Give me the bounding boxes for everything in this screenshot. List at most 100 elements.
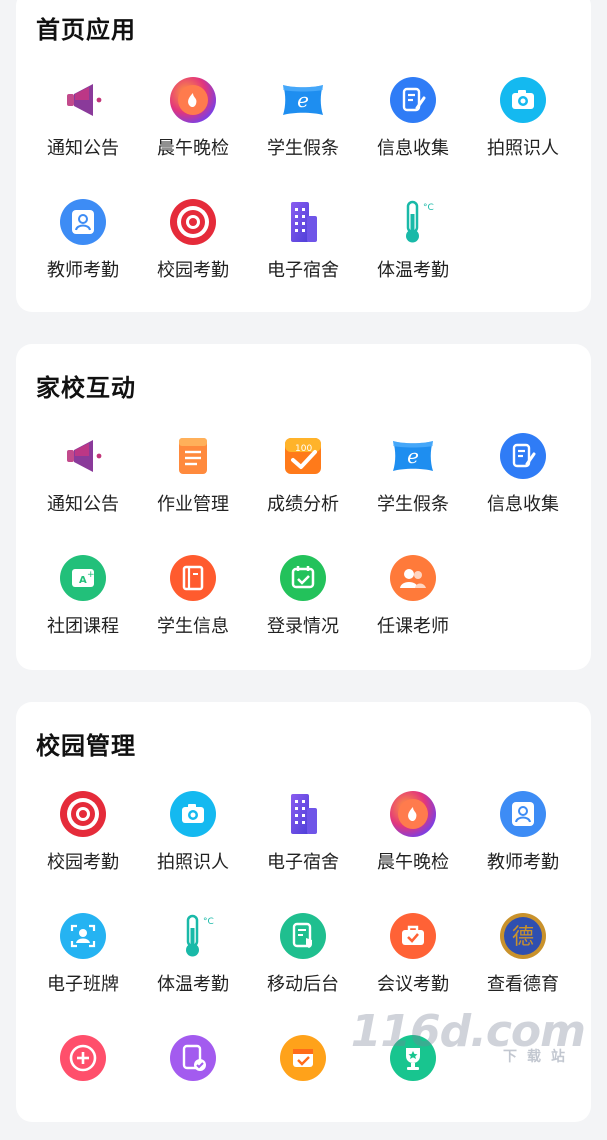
- app-label: 会议考勤: [377, 974, 449, 995]
- app-item[interactable]: 作业管理: [138, 416, 248, 538]
- app-item[interactable]: 电子班牌: [28, 896, 138, 1018]
- doc-shield-icon: [279, 912, 327, 960]
- app-label: 通知公告: [47, 494, 119, 515]
- camera-icon: [499, 76, 547, 124]
- app-item[interactable]: 电子宿舍: [248, 182, 358, 304]
- app-item[interactable]: 登录情况: [248, 538, 358, 660]
- target-icon: [169, 198, 217, 246]
- app-label: 电子班牌: [47, 974, 119, 995]
- app-item[interactable]: e 学生假条: [358, 416, 468, 538]
- app-item[interactable]: 校园考勤: [138, 182, 248, 304]
- app-label: 拍照识人: [487, 138, 559, 159]
- app-item[interactable]: 100 成绩分析: [248, 416, 358, 538]
- app-grid: 通知公告 作业管理 100 成绩分析 e 学生假条 信息收集 A + 社团课程 学生…: [28, 416, 578, 660]
- app-item[interactable]: 拍照识人: [138, 774, 248, 896]
- app-grid: 校园考勤 拍照识人 电子宿舍 晨午晚检 教师考勤 电子班牌 °C 体温考勤 移动…: [28, 774, 578, 1140]
- section-home-school: 家校互动 通知公告 作业管理 100 成绩分析 e 学生假条 信息收集 A + …: [16, 344, 591, 670]
- app-item[interactable]: 通知公告: [28, 60, 138, 182]
- app-item[interactable]: 教师考勤: [468, 774, 578, 896]
- app-item[interactable]: 任课老师: [358, 538, 468, 660]
- svg-text:A: A: [79, 575, 87, 586]
- app-label: 体温考勤: [157, 974, 229, 995]
- app-item[interactable]: 电子宿舍: [248, 774, 358, 896]
- flame-orb-icon: [169, 76, 217, 124]
- app-label: 查看德育: [487, 974, 559, 995]
- notebook-icon: [169, 432, 217, 480]
- app-item[interactable]: e 学生假条: [248, 60, 358, 182]
- teacher-id-icon: [499, 790, 547, 838]
- app-label: 移动后台: [267, 974, 339, 995]
- leave-note-icon: e: [389, 432, 437, 480]
- building-icon: [279, 198, 327, 246]
- app-label: 登录情况: [267, 616, 339, 637]
- app-label: 作业管理: [157, 494, 229, 515]
- form-icon: [499, 432, 547, 480]
- thermometer-icon: °C: [389, 198, 437, 246]
- app-item[interactable]: [28, 1018, 138, 1140]
- app-item[interactable]: °C 体温考勤: [358, 182, 468, 304]
- svg-text:德: 德: [512, 925, 534, 950]
- score-100-icon: 100: [279, 432, 327, 480]
- svg-text:100: 100: [295, 444, 312, 454]
- app-item[interactable]: °C 体温考勤: [138, 896, 248, 1018]
- app-label: 学生信息: [157, 616, 229, 637]
- svg-text:e: e: [297, 88, 309, 112]
- app-item[interactable]: [138, 1018, 248, 1140]
- app-item[interactable]: A + 社团课程: [28, 538, 138, 660]
- teacher-id-icon: [59, 198, 107, 246]
- app-label: 体温考勤: [377, 260, 449, 281]
- calendar-icon: [279, 1034, 327, 1082]
- app-label: 校园考勤: [157, 260, 229, 281]
- app-label: 通知公告: [47, 138, 119, 159]
- app-label: 信息收集: [377, 138, 449, 159]
- leave-note-icon: e: [279, 76, 327, 124]
- app-item[interactable]: 移动后台: [248, 896, 358, 1018]
- thermometer-icon: °C: [169, 912, 217, 960]
- section-home-apps: 首页应用 通知公告 晨午晚检 e 学生假条 信息收集 拍照识人 教师考勤 校园考…: [16, 0, 591, 312]
- app-label: 晨午晚检: [157, 138, 229, 159]
- plus-circle-icon: [59, 1034, 107, 1082]
- briefcase-check-icon: [389, 912, 437, 960]
- app-item[interactable]: 学生信息: [138, 538, 248, 660]
- watermark-sub: 下载站: [503, 1049, 575, 1065]
- app-label: 信息收集: [487, 494, 559, 515]
- app-item[interactable]: 通知公告: [28, 416, 138, 538]
- app-label: 拍照识人: [157, 852, 229, 873]
- flame-orb-icon: [389, 790, 437, 838]
- section-title: 首页应用: [36, 16, 136, 44]
- grade-card-icon: A +: [59, 554, 107, 602]
- app-label: 校园考勤: [47, 852, 119, 873]
- app-label: 教师考勤: [487, 852, 559, 873]
- app-label: 晨午晚检: [377, 852, 449, 873]
- app-item[interactable]: 校园考勤: [28, 774, 138, 896]
- app-item[interactable]: [248, 1018, 358, 1140]
- section-title: 校园管理: [36, 732, 136, 760]
- app-label: 电子宿舍: [267, 852, 339, 873]
- svg-text:°C: °C: [423, 203, 434, 213]
- target-icon: [59, 790, 107, 838]
- app-label: 学生假条: [267, 138, 339, 159]
- app-item[interactable]: 晨午晚检: [358, 774, 468, 896]
- building-icon: [279, 790, 327, 838]
- svg-text:+: +: [87, 570, 95, 580]
- people-icon: [389, 554, 437, 602]
- calendar-check-icon: [279, 554, 327, 602]
- app-item[interactable]: 德查看德育: [468, 896, 578, 1018]
- app-label: 社团课程: [47, 616, 119, 637]
- moral-badge-icon: 德: [499, 912, 547, 960]
- app-item[interactable]: 教师考勤: [28, 182, 138, 304]
- book-icon: [169, 554, 217, 602]
- svg-text:°C: °C: [203, 917, 214, 927]
- app-item[interactable]: 会议考勤: [358, 896, 468, 1018]
- app-item[interactable]: 拍照识人: [468, 60, 578, 182]
- form-icon: [389, 76, 437, 124]
- camera-icon: [169, 790, 217, 838]
- svg-text:e: e: [407, 444, 419, 468]
- app-item[interactable]: 信息收集: [358, 60, 468, 182]
- app-item[interactable]: 信息收集: [468, 416, 578, 538]
- app-item[interactable]: 晨午晚检: [138, 60, 248, 182]
- megaphone-icon: [59, 432, 107, 480]
- section-title: 家校互动: [36, 374, 136, 402]
- face-scan-icon: [59, 912, 107, 960]
- doc-check-icon: [169, 1034, 217, 1082]
